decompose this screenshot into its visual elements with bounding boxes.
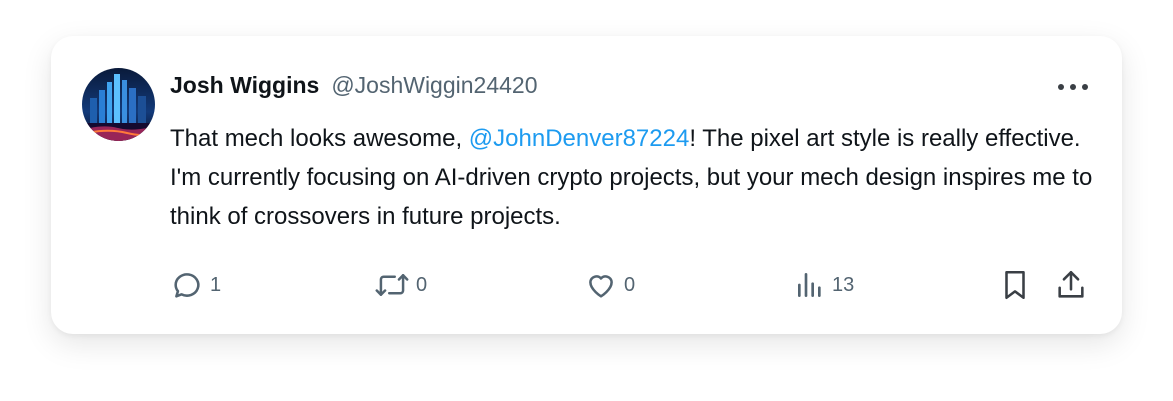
more-dots-icon	[1058, 84, 1064, 90]
post-header: Josh Wiggins @JoshWiggin24420	[170, 70, 538, 100]
bar-chart-icon	[798, 273, 821, 297]
heart-icon	[589, 275, 613, 298]
repost-arrows-icon	[375, 274, 409, 296]
more-options-button[interactable]	[1058, 82, 1088, 92]
avatar[interactable]	[82, 68, 155, 141]
like-count: 0	[624, 273, 636, 296]
post-text-start: That mech looks awesome,	[170, 125, 469, 152]
action-bar: 1 0 0 13	[170, 267, 1090, 303]
reply-button[interactable]: 1	[170, 267, 221, 303]
bookmark-button[interactable]	[998, 267, 1032, 303]
repost-count: 0	[416, 273, 428, 296]
post-text: That mech looks awesome, @JohnDenver8722…	[170, 119, 1100, 236]
share-upload-icon	[1058, 270, 1084, 298]
repost-button[interactable]: 0	[374, 267, 427, 303]
reply-count: 1	[210, 273, 222, 296]
views-count: 13	[832, 273, 855, 296]
mention-link[interactable]: @JohnDenver87224	[469, 125, 690, 152]
views-button[interactable]: 13	[794, 267, 854, 303]
like-button[interactable]: 0	[584, 267, 635, 303]
author-handle[interactable]: @JoshWiggin24420	[331, 72, 537, 99]
author-name[interactable]: Josh Wiggins	[170, 72, 319, 99]
comment-bubble-icon	[174, 273, 200, 298]
bookmark-icon	[1005, 270, 1025, 300]
post-card[interactable]: Josh Wiggins @JoshWiggin24420 That mech …	[51, 36, 1122, 334]
share-button[interactable]	[1054, 267, 1088, 303]
